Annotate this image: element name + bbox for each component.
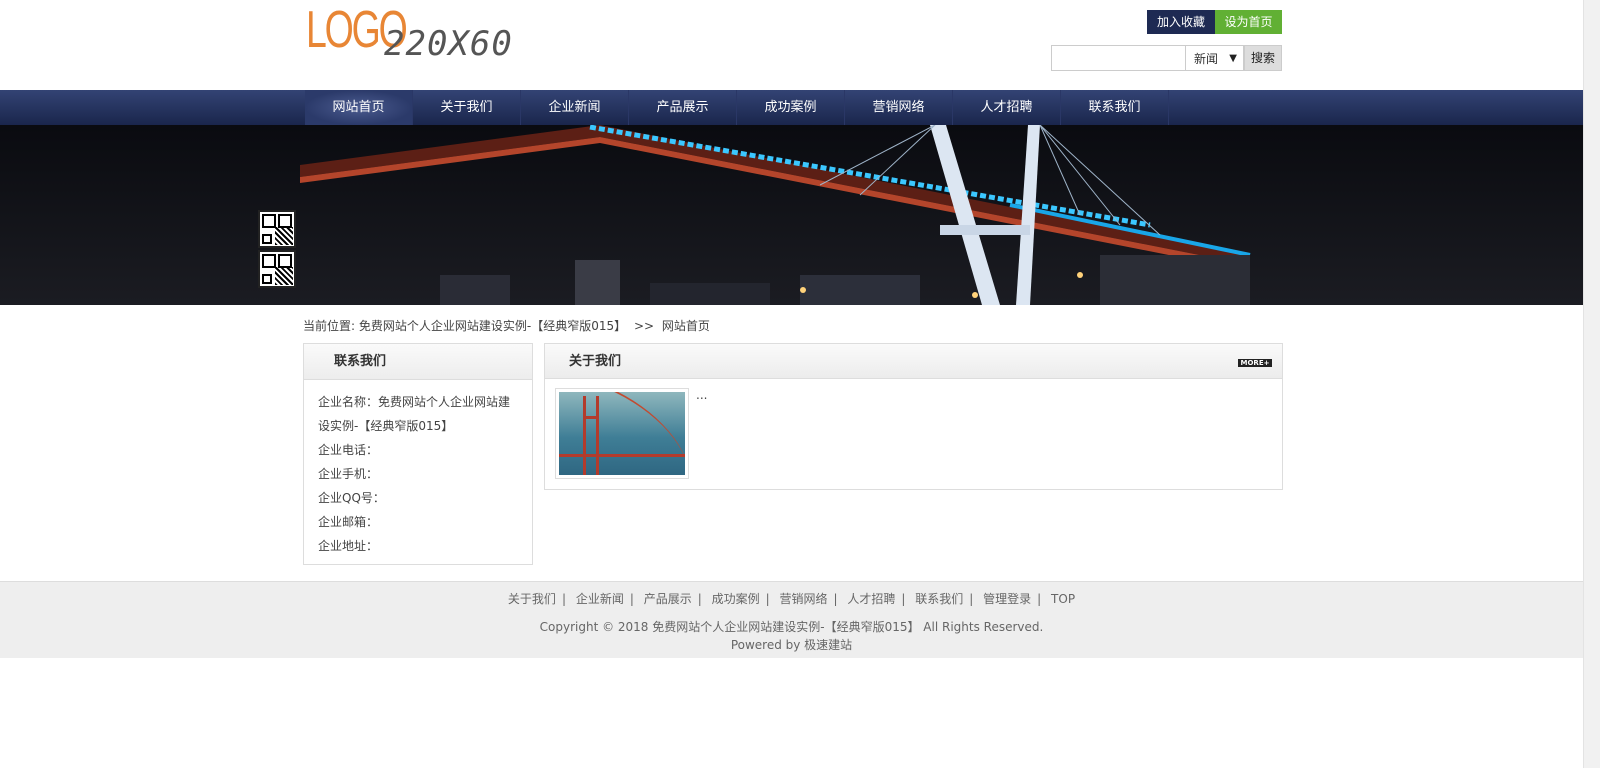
footer-separator: | [901, 592, 906, 606]
qr-code-icon [258, 210, 296, 248]
footer-link-jobs[interactable]: 人才招聘 [847, 592, 895, 606]
breadcrumb-site-link[interactable]: 免费网站个人企业网站建设实例-【经典窄版015】 [359, 319, 626, 333]
site-header: LOGO 220X60 加入收藏 设为首页 新闻 ▼ 搜索 [0, 0, 1583, 90]
about-image[interactable] [555, 388, 689, 479]
powered-by-text: Powered by 极速建站 [730, 638, 853, 652]
contact-mobile: 企业手机： [318, 467, 379, 481]
footer-link-products[interactable]: 产品展示 [644, 592, 692, 606]
footer-link-contact[interactable]: 联系我们 [915, 592, 963, 606]
footer-separator: | [765, 592, 770, 606]
footer-link-network[interactable]: 营销网络 [779, 592, 827, 606]
about-panel: 关于我们 MORE+ ... [544, 343, 1283, 490]
nav-item-jobs[interactable]: 人才招聘 [953, 90, 1061, 125]
golden-gate-bridge-image [559, 392, 685, 475]
contact-qq: 企业QQ号： [318, 491, 385, 505]
contact-panel: 联系我们 企业名称：免费网站个人企业网站建设实例-【经典窄版015】 企业电话：… [303, 343, 533, 565]
main-navigation: 网站首页 关于我们 企业新闻 产品展示 成功案例 营销网络 人才招聘 联系我们 [0, 90, 1583, 125]
footer-link-news[interactable]: 企业新闻 [576, 592, 624, 606]
bridge-night-illustration [0, 125, 1583, 305]
footer-links: 关于我们 | 企业新闻 | 产品展示 | 成功案例 | 营销网络 | 人才招聘 | 联系我们… [0, 590, 1583, 607]
breadcrumb: 当前位置: 免费网站个人企业网站建设实例-【经典窄版015】 >> 网站首页 [303, 317, 710, 334]
more-link[interactable]: MORE+ [1238, 359, 1272, 367]
search-category-select[interactable]: 新闻 ▼ [1186, 45, 1244, 71]
nav-item-about[interactable]: 关于我们 [413, 90, 521, 125]
contact-phone: 企业电话： [318, 443, 379, 457]
footer-link-admin-login[interactable]: 管理登录 [983, 592, 1031, 606]
add-favorite-button[interactable]: 加入收藏 [1147, 10, 1215, 34]
contact-list: 企业名称：免费网站个人企业网站建设实例-【经典窄版015】 企业电话： 企业手机… [304, 380, 532, 568]
search-category-value: 新闻 [1194, 52, 1219, 66]
qr-code-icon [258, 250, 296, 288]
logo-sub-text: 220X60 [384, 24, 513, 64]
footer-separator: | [697, 592, 702, 606]
breadcrumb-separator: >> [633, 319, 655, 333]
nav-item-products[interactable]: 产品展示 [629, 90, 737, 125]
contact-email: 企业邮箱： [318, 515, 379, 529]
nav-list: 网站首页 关于我们 企业新闻 产品展示 成功案例 营销网络 人才招聘 联系我们 [305, 90, 1169, 125]
set-homepage-button[interactable]: 设为首页 [1215, 10, 1282, 34]
hero-banner [0, 125, 1583, 305]
about-panel-title: 关于我们 [569, 354, 622, 369]
footer-separator: | [629, 592, 634, 606]
nav-item-home[interactable]: 网站首页 [305, 90, 413, 125]
footer-separator: | [561, 592, 566, 606]
footer-separator: | [833, 592, 838, 606]
contact-company-name: 企业名称：免费网站个人企业网站建设实例-【经典窄版015】 [318, 395, 511, 433]
footer-link-cases[interactable]: 成功案例 [712, 592, 760, 606]
nav-item-cases[interactable]: 成功案例 [737, 90, 845, 125]
about-panel-header: 关于我们 MORE+ [545, 344, 1282, 379]
copyright-text: Copyright © 2018 免费网站个人企业网站建设实例-【经典窄版015… [539, 620, 1044, 634]
site-footer: 关于我们 | 企业新闻 | 产品展示 | 成功案例 | 营销网络 | 人才招聘 | 联系我们… [0, 581, 1583, 658]
about-excerpt: ... [696, 388, 708, 402]
search-input[interactable] [1051, 45, 1186, 71]
nav-item-contact[interactable]: 联系我们 [1061, 90, 1169, 125]
contact-panel-title: 联系我们 [304, 344, 532, 380]
footer-link-about[interactable]: 关于我们 [508, 592, 556, 606]
contact-address: 企业地址： [318, 539, 379, 553]
nav-item-network[interactable]: 营销网络 [845, 90, 953, 125]
footer-link-top[interactable]: TOP [1051, 592, 1075, 606]
nav-item-news[interactable]: 企业新闻 [521, 90, 629, 125]
dropdown-arrow-icon: ▼ [1229, 53, 1237, 64]
breadcrumb-prefix: 当前位置: [303, 319, 356, 333]
footer-separator: | [1037, 592, 1042, 606]
vertical-scrollbar[interactable] [1583, 0, 1600, 768]
site-logo[interactable]: LOGO 220X60 [306, 1, 526, 64]
breadcrumb-current[interactable]: 网站首页 [662, 319, 710, 333]
footer-separator: | [969, 592, 974, 606]
search-button[interactable]: 搜索 [1244, 45, 1282, 71]
